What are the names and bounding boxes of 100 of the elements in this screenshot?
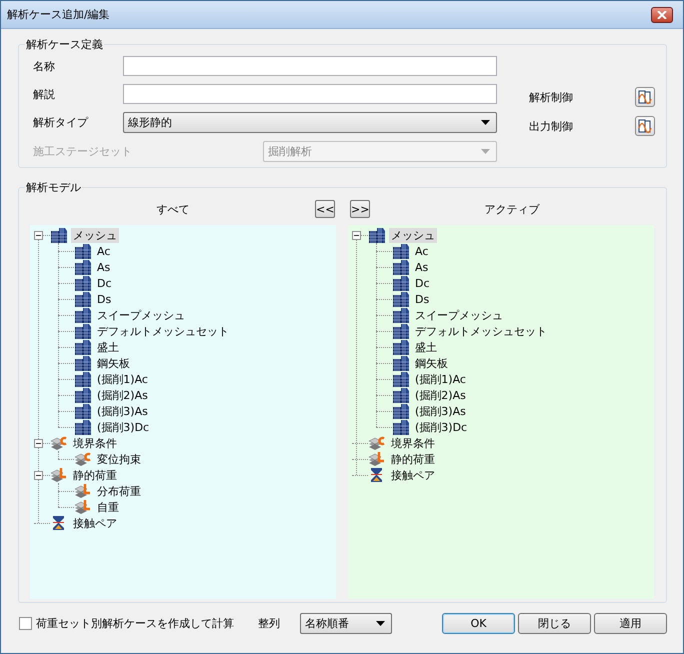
tree-item[interactable]: メッシュ [389, 228, 437, 242]
caret-icon [481, 149, 490, 154]
mesh-icon [74, 243, 91, 259]
tree-item[interactable]: スイープメッシュ [95, 308, 187, 322]
mesh-icon [392, 291, 409, 307]
mesh-icon [74, 275, 91, 291]
move-right-button[interactable]: >> [350, 200, 370, 218]
tree-item[interactable]: (掘削3)Dc [413, 420, 470, 434]
tree-item[interactable]: (掘削1)Ac [413, 372, 468, 386]
text-field[interactable] [123, 84, 497, 104]
field-label: 施工ステージセット [33, 144, 132, 159]
mesh-icon [74, 419, 91, 435]
mesh-icon [74, 387, 91, 403]
text-field[interactable] [123, 56, 497, 76]
mesh-icon [392, 339, 409, 355]
minus-icon [36, 234, 41, 236]
tree-item[interactable]: 変位拘束 [95, 452, 143, 466]
tree-item[interactable]: 境界条件 [71, 436, 119, 450]
tree-item[interactable]: (掘削2)As [413, 388, 468, 402]
tree-item[interactable]: デフォルトメッシュセット [413, 324, 549, 338]
mesh-icon [392, 243, 409, 259]
mesh-icon [50, 227, 67, 243]
control-label: 解析制御 [529, 90, 573, 104]
tree-item[interactable]: Ac [413, 244, 430, 258]
tree-item[interactable]: (掘削1)Ac [95, 372, 150, 386]
mesh-icon [392, 323, 409, 339]
chart-doc-icon[interactable] [635, 116, 655, 136]
checkbox-label: 荷重セット別解析ケースを作成して計算 [36, 616, 234, 631]
tree-item[interactable]: 接触ペア [71, 516, 119, 530]
control-label: 出力制御 [529, 118, 573, 134]
dialog-button[interactable]: OK [442, 613, 515, 634]
hourglass-icon [50, 515, 67, 531]
mesh-icon [392, 403, 409, 419]
sort-dropdown[interactable]: 名称順番 [300, 613, 392, 634]
dropdown[interactable]: 線形静的 [123, 112, 497, 133]
tree-item[interactable]: デフォルトメッシュセット [95, 324, 231, 338]
collapse-toggle[interactable] [34, 438, 43, 448]
mesh-icon [74, 403, 91, 419]
move-left-button[interactable]: << [315, 200, 335, 218]
mesh-icon [392, 387, 409, 403]
mesh-icon [74, 259, 91, 275]
collapse-toggle[interactable] [34, 230, 43, 240]
minus-icon [36, 442, 41, 444]
tree-item[interactable]: (掘削3)As [413, 404, 468, 418]
list-heading: すべて [156, 202, 190, 216]
mesh-icon [74, 323, 91, 339]
tree-item[interactable]: メッシュ [71, 228, 119, 242]
chart-doc-icon[interactable] [635, 87, 655, 107]
tree-item[interactable]: Ds [413, 292, 432, 306]
tree-item[interactable]: (掘削3)Dc [95, 420, 152, 434]
window-title: 解析ケース追加/編集 [7, 7, 111, 22]
tree-item[interactable]: Ds [95, 292, 114, 306]
minus-icon [36, 474, 41, 476]
tree-item[interactable]: 分布荷重 [95, 484, 143, 498]
list-heading: アクティブ [484, 202, 541, 216]
close-button[interactable] [651, 6, 673, 22]
close-icon [657, 10, 667, 18]
tree-item[interactable]: 静的荷重 [71, 468, 119, 482]
tree-item[interactable]: 鋼矢板 [413, 356, 450, 370]
mesh-icon [368, 227, 385, 243]
caret-icon [481, 120, 490, 125]
collapse-toggle[interactable] [34, 470, 43, 480]
tree-item[interactable]: 接触ペア [389, 468, 437, 482]
tree-item[interactable]: 自重 [95, 500, 121, 514]
group-title: 解析モデル [25, 180, 82, 195]
mesh-icon [392, 371, 409, 387]
mesh-icon [74, 371, 91, 387]
caret-icon [376, 621, 385, 626]
tree-item[interactable]: 盛土 [95, 340, 121, 354]
mesh-icon [74, 291, 91, 307]
tree-item[interactable]: (掘削3)As [95, 404, 150, 418]
mesh-icon [392, 275, 409, 291]
tree-item[interactable]: 静的荷重 [389, 452, 437, 466]
field-label: 解析タイプ [33, 115, 88, 130]
tree-item[interactable]: Dc [413, 276, 432, 290]
mesh-icon [74, 339, 91, 355]
mesh-icon [392, 307, 409, 323]
mesh-icon [392, 355, 409, 371]
tree-item[interactable]: 盛土 [413, 340, 439, 354]
sort-label: 整列 [258, 616, 280, 631]
collapse-toggle[interactable] [352, 230, 361, 240]
tree-item[interactable]: スイープメッシュ [413, 308, 505, 322]
tree-item[interactable]: Dc [95, 276, 114, 290]
mesh-icon [74, 307, 91, 323]
tree-item[interactable]: Ac [95, 244, 112, 258]
hourglass-icon [368, 467, 385, 483]
dialog-button[interactable]: 適用 [594, 613, 667, 634]
field-label: 名称 [33, 58, 55, 74]
mesh-icon [74, 355, 91, 371]
tree-item[interactable]: (掘削2)As [95, 388, 150, 402]
checkbox[interactable] [19, 617, 32, 630]
group-title: 解析ケース定義 [25, 37, 104, 52]
field-label: 解説 [33, 86, 55, 102]
dialog-button[interactable]: 閉じる [518, 613, 591, 634]
mesh-icon [392, 419, 409, 435]
tree-item[interactable]: As [413, 260, 430, 274]
tree-item[interactable]: 鋼矢板 [95, 356, 132, 370]
tree-item[interactable]: As [95, 260, 112, 274]
mesh-icon [392, 259, 409, 275]
tree-item[interactable]: 境界条件 [389, 436, 437, 450]
